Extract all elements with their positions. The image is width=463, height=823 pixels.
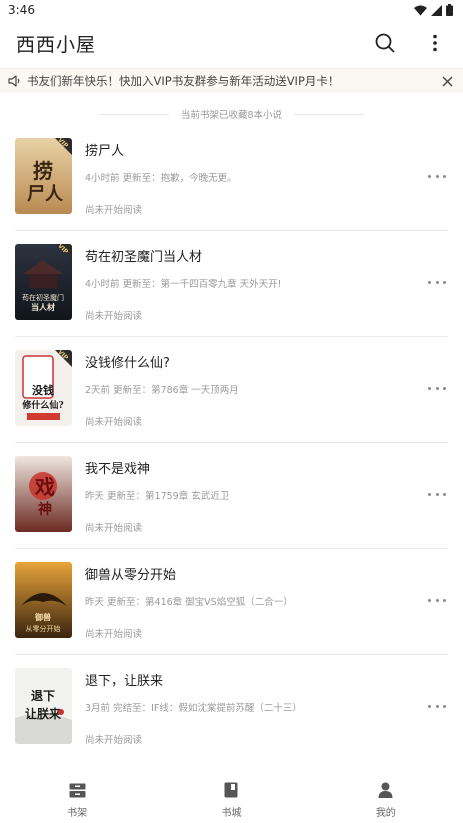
nav-label: 书架 bbox=[67, 808, 88, 819]
book-title: 御兽从零分开始 bbox=[85, 568, 177, 583]
battery-icon bbox=[446, 4, 453, 16]
svg-text:退下: 退下 bbox=[31, 689, 55, 703]
book-item[interactable]: VIP 苟在初圣魔门 当人材 苟在初圣魔门当人材 4小时前 更新至：第一千四百零… bbox=[15, 231, 448, 337]
nav-profile[interactable]: 我的 bbox=[309, 777, 463, 823]
book-icon bbox=[222, 781, 240, 799]
book-cover[interactable]: 退下 让朕来 bbox=[15, 668, 72, 744]
book-progress: 尚未开始阅读 bbox=[85, 417, 143, 428]
book-more-button[interactable] bbox=[426, 171, 448, 181]
notice-text: 书友们新年快乐！快加入VIP书友群参与新年活动送VIP月卡！ bbox=[27, 74, 340, 88]
nav-label: 我的 bbox=[375, 808, 396, 819]
book-item[interactable]: 退下 让朕来 退下，让朕来 3月前 完结至：IF线：假如沈棠提前苏醒（二十三） … bbox=[15, 655, 448, 761]
status-bar: 3:46 bbox=[0, 0, 463, 20]
svg-text:让朕来: 让朕来 bbox=[25, 706, 62, 721]
bookshelf-icon bbox=[68, 781, 86, 799]
svg-text:没钱: 没钱 bbox=[32, 383, 54, 397]
svg-text:修什么仙?: 修什么仙? bbox=[21, 399, 63, 411]
more-menu-button[interactable] bbox=[423, 31, 447, 55]
person-icon bbox=[377, 781, 395, 799]
book-progress: 尚未开始阅读 bbox=[85, 311, 143, 322]
bottom-nav: 书架 书城 我的 bbox=[0, 777, 463, 823]
divider bbox=[98, 113, 169, 115]
svg-text:捞: 捞 bbox=[33, 159, 53, 183]
book-update: 昨天 更新至：第1759章 玄武近卫 bbox=[85, 491, 230, 502]
shelf-summary: 当前书架已收藏8本小说 bbox=[0, 103, 463, 125]
more-vertical-icon bbox=[433, 34, 437, 52]
book-item[interactable]: VIP 捞 尸人 捞尸人 4小时前 更新至：抱歉，今晚无更。 尚未开始阅读 bbox=[15, 125, 448, 231]
book-title: 退下，让朕来 bbox=[85, 674, 164, 689]
book-cover[interactable]: VIP 捞 尸人 bbox=[15, 138, 72, 214]
book-title: 苟在初圣魔门当人材 bbox=[85, 250, 203, 265]
search-icon bbox=[375, 33, 395, 53]
book-more-button[interactable] bbox=[426, 595, 448, 605]
nav-bookstore[interactable]: 书城 bbox=[154, 777, 308, 823]
status-icons bbox=[414, 4, 453, 16]
book-progress: 尚未开始阅读 bbox=[85, 629, 143, 640]
book-more-button[interactable] bbox=[426, 383, 448, 393]
book-progress: 尚未开始阅读 bbox=[85, 735, 143, 746]
svg-text:戏: 戏 bbox=[34, 475, 55, 499]
book-update: 3月前 完结至：IF线：假如沈棠提前苏醒（二十三） bbox=[85, 703, 302, 714]
status-time: 3:46 bbox=[8, 3, 35, 17]
close-icon bbox=[442, 76, 452, 86]
svg-text:当人材: 当人材 bbox=[31, 302, 55, 312]
book-item[interactable]: VIP 没钱 修什么仙? 没钱修什么仙? 2天前 更新至：第786章 一天顶两月… bbox=[15, 337, 448, 443]
book-update: 2天前 更新至：第786章 一天顶两月 bbox=[85, 385, 239, 396]
nav-label: 书城 bbox=[221, 808, 242, 819]
book-list: VIP 捞 尸人 捞尸人 4小时前 更新至：抱歉，今晚无更。 尚未开始阅读 VI… bbox=[15, 125, 448, 761]
book-more-button[interactable] bbox=[426, 701, 448, 711]
wifi-icon bbox=[414, 5, 427, 15]
divider bbox=[294, 113, 365, 115]
svg-text:苟在初圣魔门: 苟在初圣魔门 bbox=[22, 293, 64, 302]
svg-text:从零分开始: 从零分开始 bbox=[26, 624, 61, 633]
book-update: 昨天 更新至：第416章 御宝VS焰空狐（二合一） bbox=[85, 597, 293, 608]
svg-text:尸人: 尸人 bbox=[27, 184, 64, 205]
book-progress: 尚未开始阅读 bbox=[85, 523, 143, 534]
book-item[interactable]: 御兽 从零分开始 御兽从零分开始 昨天 更新至：第416章 御宝VS焰空狐（二合… bbox=[15, 549, 448, 655]
svg-text:神: 神 bbox=[38, 501, 52, 518]
app-title: 西西小屋 bbox=[16, 33, 97, 56]
svg-text:御兽: 御兽 bbox=[34, 612, 51, 622]
app-bar: 西西小屋 bbox=[0, 20, 463, 66]
book-title: 我不是戏神 bbox=[85, 462, 151, 477]
book-cover[interactable]: VIP 苟在初圣魔门 当人材 bbox=[15, 244, 72, 320]
nav-bookshelf[interactable]: 书架 bbox=[0, 777, 154, 823]
book-item[interactable]: 戏 神 我不是戏神 昨天 更新至：第1759章 玄武近卫 尚未开始阅读 bbox=[15, 443, 448, 549]
book-cover[interactable]: 御兽 从零分开始 bbox=[15, 562, 72, 638]
book-update: 4小时前 更新至：抱歉，今晚无更。 bbox=[85, 173, 237, 184]
book-update: 4小时前 更新至：第一千四百零九章 天外天开! bbox=[85, 279, 282, 290]
book-cover[interactable]: 戏 神 bbox=[15, 456, 72, 532]
app-actions bbox=[373, 31, 447, 55]
book-cover[interactable]: VIP 没钱 修什么仙? bbox=[15, 350, 72, 426]
book-title: 没钱修什么仙? bbox=[85, 356, 170, 371]
signal-icon bbox=[431, 4, 442, 16]
notice-close-button[interactable] bbox=[439, 73, 455, 89]
book-title: 捞尸人 bbox=[85, 144, 125, 159]
book-progress: 尚未开始阅读 bbox=[85, 205, 143, 216]
notice-banner[interactable]: 书友们新年快乐！快加入VIP书友群参与新年活动送VIP月卡！ bbox=[0, 68, 463, 93]
speaker-icon bbox=[8, 75, 20, 87]
search-button[interactable] bbox=[373, 31, 397, 55]
book-more-button[interactable] bbox=[426, 489, 448, 499]
book-more-button[interactable] bbox=[426, 277, 448, 287]
shelf-summary-text: 当前书架已收藏8本小说 bbox=[180, 110, 283, 121]
